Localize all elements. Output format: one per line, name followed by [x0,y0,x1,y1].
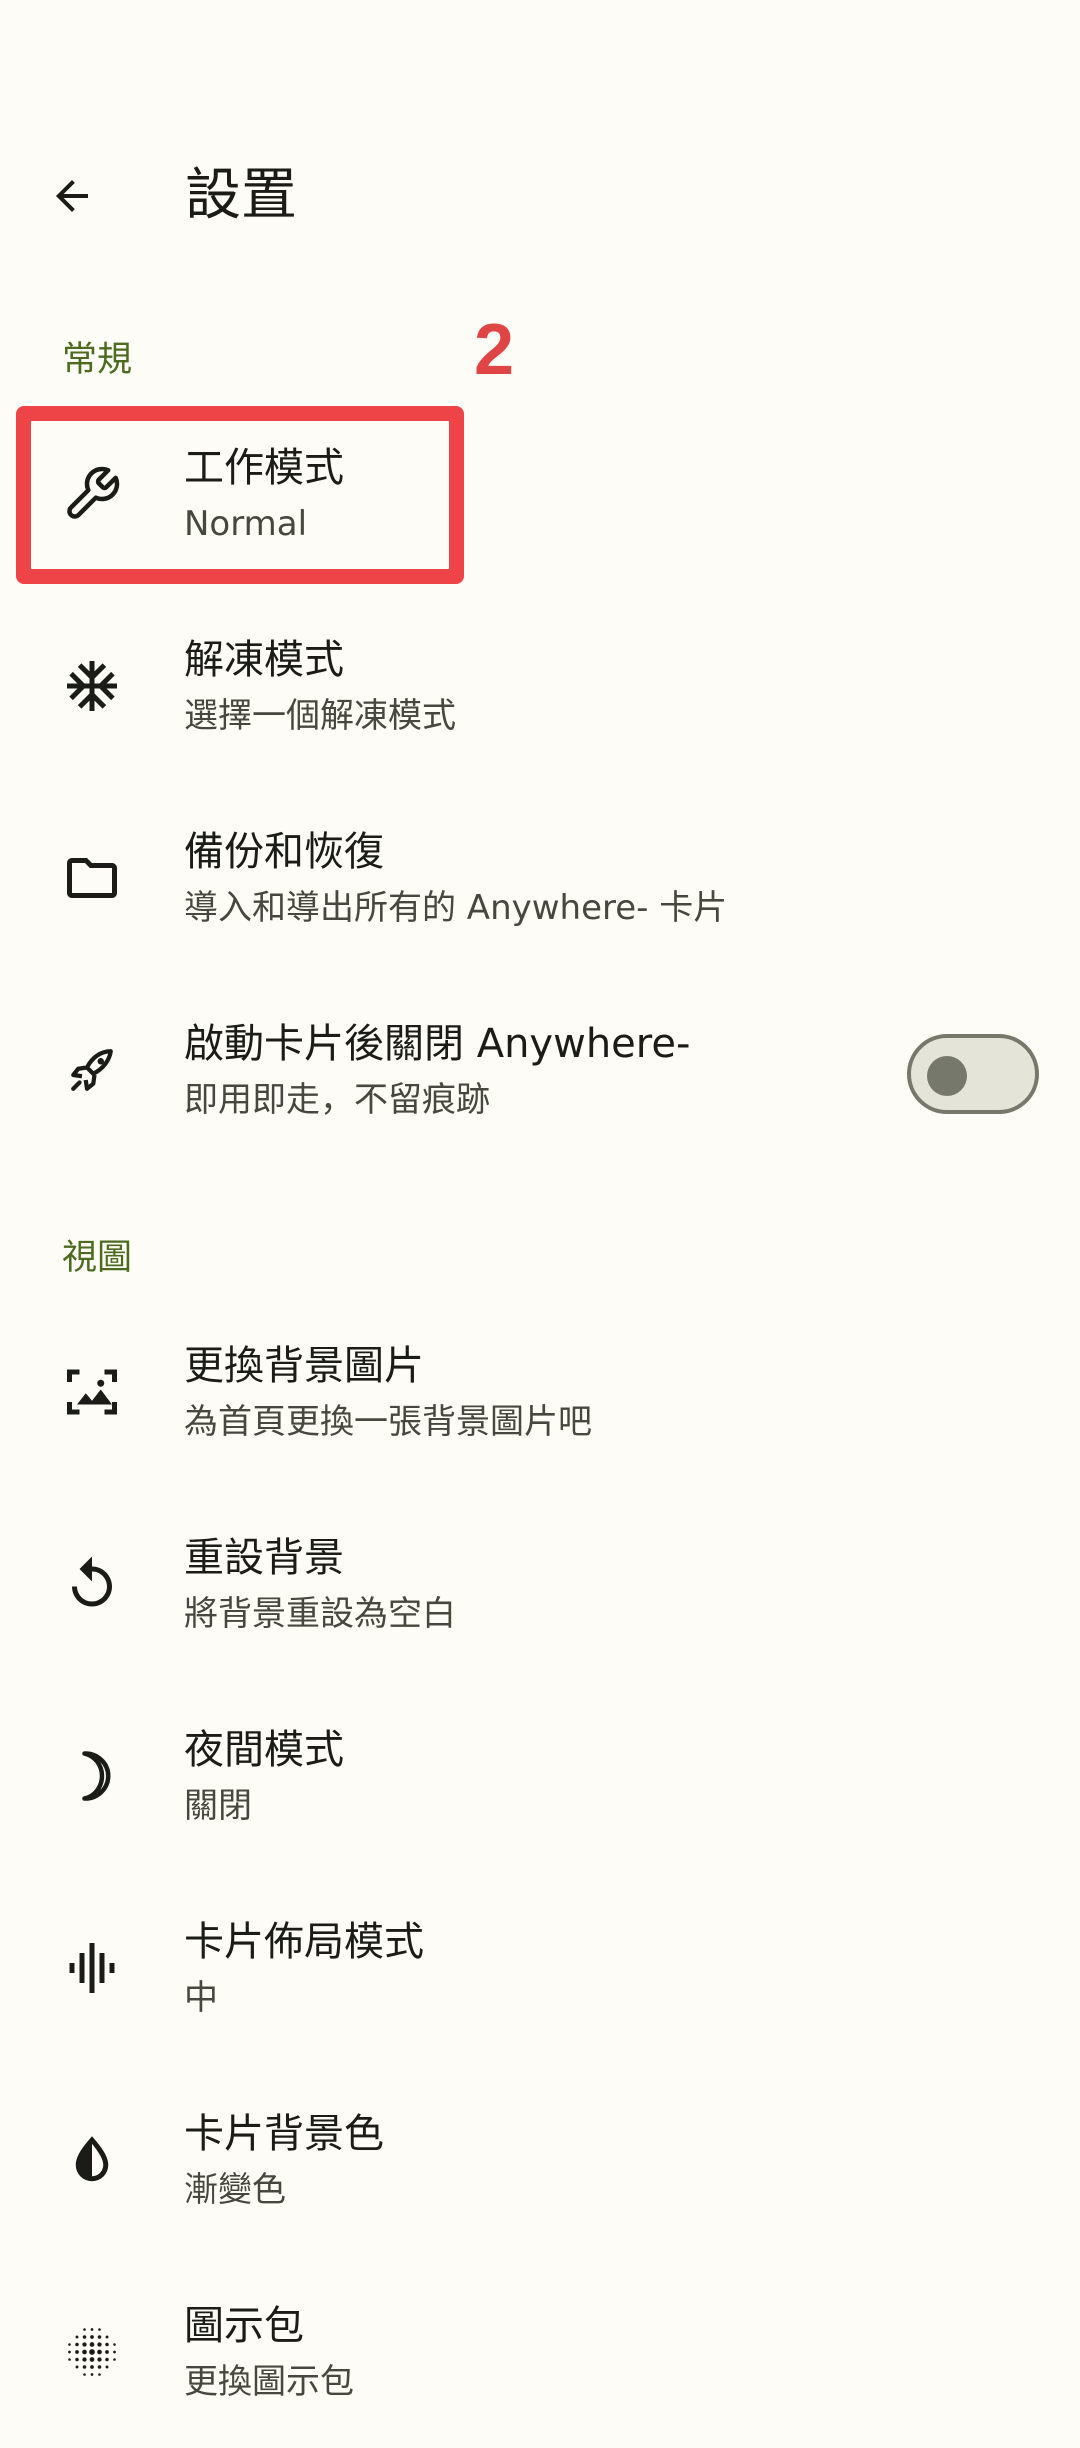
pref-title: 卡片佈局模式 [184,1919,424,1965]
pref-summary: 將背景重設為空白 [184,1594,456,1634]
reset-icon [62,1554,122,1614]
pref-summary: 更換圖示包 [184,2362,354,2402]
pref-backup-restore[interactable]: 備份和恢復 導入和導出所有的 Anywhere- 卡片 [0,782,1080,974]
pref-night-mode[interactable]: 夜間模式 關閉 [0,1680,1080,1872]
pref-summary: 選擇一個解凍模式 [184,696,456,736]
arrow-back-icon [56,180,88,212]
pref-title: 備份和恢復 [184,829,384,875]
pref-summary: 為首頁更換一張背景圖片吧 [184,1402,592,1442]
pref-title: 啟動卡片後關閉 Anywhere- [184,1021,691,1067]
pref-close-after-launch[interactable]: 啟動卡片後關閉 Anywhere- 即用即走，不留痕跡 [0,974,1080,1166]
pref-title: 卡片背景色 [184,2111,384,2157]
pref-unfreeze-mode[interactable]: 解凍模式 選擇一個解凍模式 [0,590,1080,782]
pref-card-background-color[interactable]: 卡片背景色 漸變色 [0,2064,1080,2256]
pref-title: 重設背景 [184,1535,344,1581]
close-after-launch-switch[interactable] [907,1034,1039,1114]
pref-title: 更換背景圖片 [184,1343,424,1389]
pref-summary: 導入和導出所有的 Anywhere- 卡片 [184,888,728,928]
section-header-general: 常規 [62,340,133,380]
folder-icon [62,848,122,908]
graphic-eq-icon [62,1938,122,1998]
rocket-icon [62,1040,122,1100]
page-title: 設置 [185,163,297,228]
pref-summary: 漸變色 [184,2170,286,2210]
contrast-icon [62,2130,122,2190]
pref-change-background[interactable]: 更換背景圖片 為首頁更換一張背景圖片吧 [0,1296,1080,1488]
pref-card-layout-mode[interactable]: 卡片佈局模式 中 [0,1872,1080,2064]
pref-summary: 中 [184,1978,218,2018]
annotation-step-number: 2 [474,310,515,390]
pref-reset-background[interactable]: 重設背景 將背景重設為空白 [0,1488,1080,1680]
switch-thumb [927,1056,967,1096]
pref-title: 夜間模式 [184,1727,344,1773]
pref-icon-pack[interactable]: 圖示包 更換圖示包 [0,2256,1080,2448]
pref-summary: 即用即走，不留痕跡 [184,1080,490,1120]
dots-grid-icon [62,2322,122,2382]
snowflake-icon [62,656,122,716]
wallpaper-icon [62,1362,122,1422]
back-button[interactable] [36,160,108,232]
section-header-view: 視圖 [62,1238,133,1278]
pref-title: 解凍模式 [184,637,344,683]
pref-summary: 關閉 [184,1786,252,1826]
annotation-highlight-box [16,406,464,584]
app-bar: 設置 [0,130,1080,260]
pref-title: 圖示包 [184,2303,304,2349]
moon-icon [62,1746,122,1806]
